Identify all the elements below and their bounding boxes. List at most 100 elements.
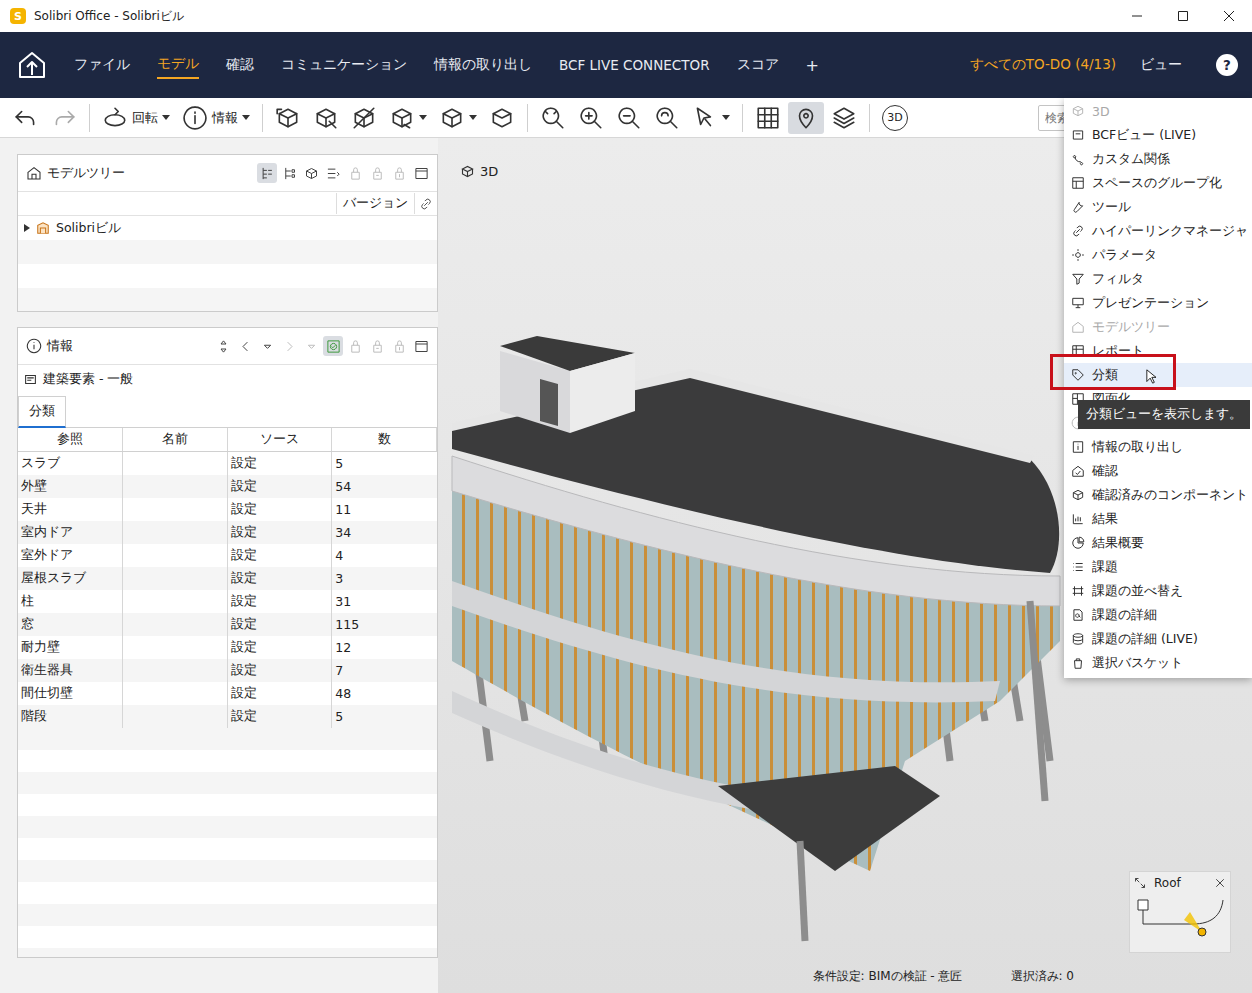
toolbar-button[interactable] [8, 102, 44, 134]
nav-tab[interactable]: 情報の取り出し [434, 52, 532, 78]
table-row[interactable]: 天井設定11 [18, 498, 437, 521]
toolbar-button[interactable] [308, 102, 344, 134]
menu-item[interactable]: パラメータ [1064, 243, 1252, 267]
menu-item[interactable]: スペースのグループ化 [1064, 171, 1252, 195]
table-row[interactable]: 柱設定31 [18, 590, 437, 613]
toolbar-button[interactable] [649, 102, 685, 134]
table-row[interactable]: 室内ドア設定34 [18, 521, 437, 544]
toolbar-button[interactable]: 回転 [97, 102, 175, 134]
home-logo-icon[interactable] [16, 49, 48, 81]
menu-item-icon [1071, 560, 1085, 574]
toolbar-button[interactable]: 情報 [177, 102, 255, 134]
panel-tool-button[interactable] [257, 336, 277, 356]
column-header[interactable]: バージョン [336, 193, 415, 214]
expand-icon[interactable] [1134, 877, 1146, 889]
panel-tool-button[interactable] [279, 163, 299, 183]
menu-item[interactable]: モデルツリー [1064, 315, 1252, 339]
panel-tool-button[interactable] [411, 336, 431, 356]
menu-item[interactable]: 課題の詳細 [1064, 603, 1252, 627]
toolbar-button[interactable]: 3D [877, 102, 913, 134]
menu-item[interactable]: フィルタ [1064, 267, 1252, 291]
menu-item[interactable]: ツール [1064, 195, 1252, 219]
table-row[interactable]: 外壁設定54 [18, 475, 437, 498]
toolbar-button[interactable] [826, 102, 862, 134]
nav-tab[interactable]: ファイル [74, 52, 130, 78]
toolbar-button[interactable] [788, 102, 824, 134]
column-header[interactable]: 名前 [123, 428, 228, 451]
column-header[interactable]: 参照 [18, 428, 123, 451]
column-header[interactable]: ソース [228, 428, 333, 451]
menu-item[interactable]: 結果概要 [1064, 531, 1252, 555]
panel-tool-button[interactable] [367, 336, 387, 356]
tree-item[interactable]: Solibriビル [18, 216, 437, 240]
nav-tab[interactable]: モデル [157, 51, 199, 79]
maximize-icon[interactable] [1160, 0, 1206, 32]
add-tab-button[interactable]: + [806, 52, 819, 79]
table-row[interactable]: 窓設定115 [18, 613, 437, 636]
panel-tool-icon [326, 166, 341, 181]
menu-item[interactable]: 分類 [1064, 363, 1252, 387]
panel-tool-button[interactable] [411, 163, 431, 183]
toolbar-button[interactable] [611, 102, 647, 134]
toolbar-button[interactable] [434, 102, 482, 134]
panel-tool-button[interactable] [323, 163, 343, 183]
toolbar-button[interactable] [573, 102, 609, 134]
link-icon[interactable] [419, 197, 433, 211]
table-row[interactable]: 階段設定5 [18, 705, 437, 728]
panel-tool-button[interactable] [345, 336, 365, 356]
table-row[interactable]: 室外ドア設定4 [18, 544, 437, 567]
toolbar-button[interactable] [535, 102, 571, 134]
toolbar-button[interactable] [270, 102, 306, 134]
panel-tool-button[interactable] [389, 336, 409, 356]
toolbar-button[interactable] [384, 102, 432, 134]
info-tab[interactable]: 分類 [18, 396, 66, 428]
minimap[interactable]: Roof [1129, 871, 1231, 953]
column-header[interactable]: 数 [332, 428, 437, 451]
menu-item[interactable]: 結果 [1064, 507, 1252, 531]
nav-tab[interactable]: 確認 [226, 52, 254, 78]
panel-tool-button[interactable] [235, 336, 255, 356]
minimize-icon[interactable] [1114, 0, 1160, 32]
panel-tool-button[interactable] [213, 336, 233, 356]
menu-item[interactable]: プレゼンテーション [1064, 291, 1252, 315]
toolbar-button[interactable] [46, 102, 82, 134]
table-row[interactable]: 衛生器具設定7 [18, 659, 437, 682]
table-row[interactable]: 耐力壁設定12 [18, 636, 437, 659]
panel-tool-button[interactable] [323, 336, 343, 356]
close-icon[interactable] [1214, 877, 1226, 889]
view-menu-button[interactable]: ビュー [1140, 56, 1182, 74]
panel-tool-button[interactable] [301, 163, 321, 183]
help-button[interactable]: ? [1216, 54, 1238, 76]
table-row[interactable]: 屋根スラブ設定3 [18, 567, 437, 590]
menu-item[interactable]: レポート [1064, 339, 1252, 363]
menu-item[interactable]: 確認済みのコンポーネント [1064, 483, 1252, 507]
toolbar-button[interactable] [484, 102, 520, 134]
menu-item[interactable]: 課題の詳細 (LIVE) [1064, 627, 1252, 651]
nav-tab[interactable]: コミュニケーション [281, 52, 407, 78]
toolbar-button[interactable] [750, 102, 786, 134]
close-icon[interactable] [1206, 0, 1252, 32]
menu-item[interactable]: ハイパーリンクマネージャ [1064, 219, 1252, 243]
panel-tool-button[interactable] [279, 336, 299, 356]
menu-item[interactable]: 情報の取り出し [1064, 435, 1252, 459]
panel-tool-button[interactable] [301, 336, 321, 356]
menu-item[interactable]: 確認 [1064, 459, 1252, 483]
toolbar-button[interactable] [346, 102, 382, 134]
expand-arrow-icon[interactable] [24, 224, 30, 232]
menu-item[interactable]: カスタム関係 [1064, 147, 1252, 171]
todo-link[interactable]: すべてのTO-DO (4/13) [970, 56, 1116, 74]
toolbar-button[interactable] [687, 102, 735, 134]
panel-tool-button[interactable] [257, 163, 277, 183]
panel-tool-button[interactable] [345, 163, 365, 183]
panel-tool-button[interactable] [367, 163, 387, 183]
menu-item[interactable]: 課題の並べ替え [1064, 579, 1252, 603]
nav-tab[interactable]: BCF LIVE CONNECTOR [559, 53, 710, 77]
panel-tool-button[interactable] [389, 163, 409, 183]
menu-item[interactable]: 課題 [1064, 555, 1252, 579]
table-row[interactable]: 間仕切壁設定48 [18, 682, 437, 705]
menu-item[interactable]: 選択バスケット [1064, 651, 1252, 675]
menu-item[interactable]: BCFビュー (LIVE) [1064, 123, 1252, 147]
menu-item[interactable]: 3D [1064, 99, 1252, 123]
nav-tab[interactable]: スコア [737, 52, 779, 78]
table-row[interactable]: スラブ設定5 [18, 452, 437, 475]
